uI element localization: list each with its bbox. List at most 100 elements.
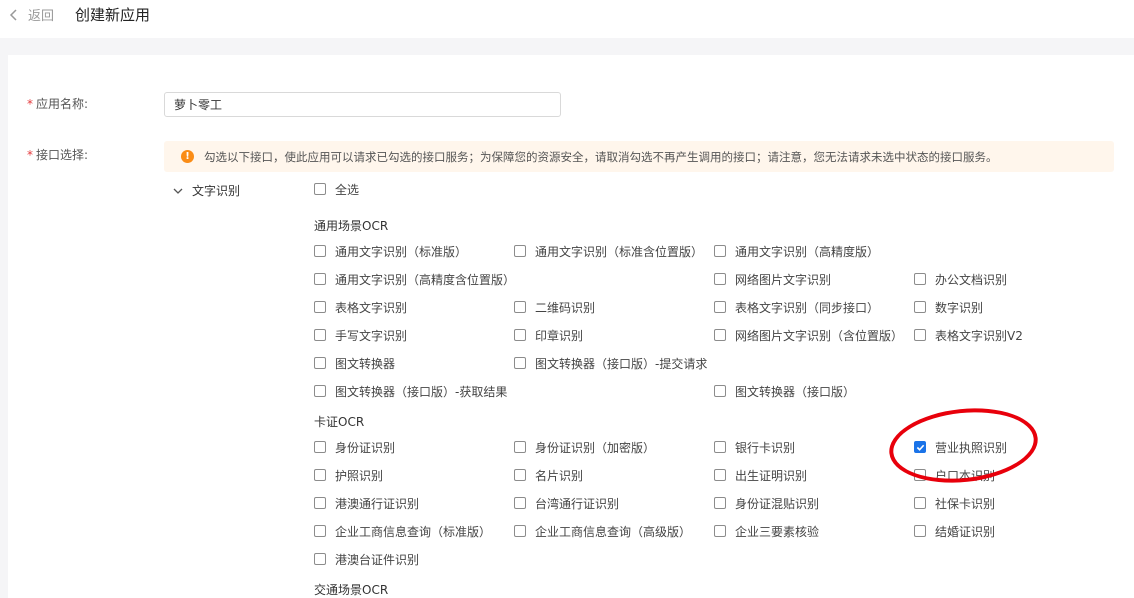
option-checkbox-item[interactable]: 图文转换器（接口版）-获取结果 xyxy=(314,383,507,399)
option-checkbox-item[interactable]: 台湾通行证识别 xyxy=(514,495,619,511)
option-checkbox-item[interactable]: 出生证明识别 xyxy=(714,467,807,483)
checkmark-icon xyxy=(916,444,924,451)
option-checkbox-item[interactable]: 办公文档识别 xyxy=(914,271,1007,287)
option-checkbox-item[interactable]: 通用文字识别（高精度含位置版） xyxy=(314,271,515,287)
option-label: 通用文字识别（高精度版） xyxy=(735,244,880,259)
option-label: 手写文字识别 xyxy=(335,328,408,343)
checkbox[interactable] xyxy=(314,357,326,369)
category-toggle-text-recognition[interactable]: 文字识别 xyxy=(173,182,240,199)
option-label: 图文转换器（接口版）-获取结果 xyxy=(335,384,508,399)
option-checkbox-item[interactable]: 港澳台证件识别 xyxy=(314,551,419,567)
option-checkbox-item[interactable]: 通用文字识别（标准版） xyxy=(314,243,467,259)
option-checkbox-item[interactable]: 营业执照识别 xyxy=(914,439,1007,455)
page-title: 创建新应用 xyxy=(75,6,151,24)
checkbox[interactable] xyxy=(914,497,926,509)
chevron-left-icon xyxy=(9,8,17,21)
checkbox[interactable] xyxy=(914,469,926,481)
required-mark: * xyxy=(27,148,33,162)
option-checkbox-item[interactable]: 户口本识别 xyxy=(914,467,995,483)
select-all-checkbox[interactable]: 全选 xyxy=(314,181,359,197)
option-checkbox-item[interactable]: 企业工商信息查询（标准版） xyxy=(314,523,491,539)
option-checkbox-item[interactable]: 通用文字识别（标准含位置版） xyxy=(514,243,703,259)
option-checkbox-item[interactable]: 数字识别 xyxy=(914,299,983,315)
checkbox[interactable] xyxy=(514,245,526,257)
option-checkbox-item[interactable]: 银行卡识别 xyxy=(714,439,795,455)
option-label: 港澳通行证识别 xyxy=(335,496,420,511)
checkbox[interactable] xyxy=(314,245,326,257)
checkbox[interactable] xyxy=(514,357,526,369)
option-checkbox-item[interactable]: 网络图片文字识别（含位置版） xyxy=(714,327,903,343)
option-label: 办公文档识别 xyxy=(935,272,1008,287)
checkbox[interactable] xyxy=(714,245,726,257)
warning-icon: ! xyxy=(181,150,194,163)
checkbox[interactable] xyxy=(314,301,326,313)
option-label: 护照识别 xyxy=(335,468,384,483)
app-name-input[interactable] xyxy=(164,92,561,117)
option-checkbox-item[interactable]: 身份证识别（加密版） xyxy=(514,439,655,455)
checkbox[interactable] xyxy=(514,329,526,341)
option-checkbox-item[interactable]: 网络图片文字识别 xyxy=(714,271,831,287)
checkbox[interactable] xyxy=(514,525,526,537)
option-checkbox-item[interactable]: 二维码识别 xyxy=(514,299,595,315)
option-checkbox-item[interactable]: 结婚证识别 xyxy=(914,523,995,539)
option-checkbox-item[interactable]: 图文转换器（接口版） xyxy=(714,383,855,399)
option-checkbox-item[interactable]: 企业工商信息查询（高级版） xyxy=(514,523,691,539)
option-checkbox-item[interactable]: 港澳通行证识别 xyxy=(314,495,419,511)
option-label: 社保卡识别 xyxy=(935,496,996,511)
checkbox[interactable] xyxy=(914,301,926,313)
top-bar: 返回 创建新应用 xyxy=(0,0,1134,38)
option-checkbox-item[interactable]: 身份证混贴识别 xyxy=(714,495,819,511)
checkbox[interactable] xyxy=(914,329,926,341)
option-checkbox-item[interactable]: 社保卡识别 xyxy=(914,495,995,511)
checkbox[interactable] xyxy=(314,497,326,509)
checkbox[interactable] xyxy=(314,441,326,453)
option-checkbox-item[interactable]: 表格文字识别V2 xyxy=(914,327,1023,343)
checkbox[interactable] xyxy=(714,329,726,341)
option-label: 数字识别 xyxy=(935,300,984,315)
option-checkbox-item[interactable]: 身份证识别 xyxy=(314,439,395,455)
option-label: 网络图片文字识别 xyxy=(735,272,832,287)
checkbox[interactable] xyxy=(314,553,326,565)
checkbox[interactable] xyxy=(914,441,926,453)
checkbox[interactable] xyxy=(514,497,526,509)
option-label: 图文转换器（接口版）-提交请求 xyxy=(535,356,708,371)
checkbox[interactable] xyxy=(514,469,526,481)
checkbox[interactable] xyxy=(314,525,326,537)
checkbox[interactable] xyxy=(714,385,726,397)
option-label: 印章识别 xyxy=(535,328,584,343)
checkbox[interactable] xyxy=(714,525,726,537)
checkbox[interactable] xyxy=(714,301,726,313)
checkbox[interactable] xyxy=(714,469,726,481)
option-checkbox-item[interactable]: 图文转换器 xyxy=(314,355,395,371)
back-button[interactable]: 返回 xyxy=(8,5,54,24)
back-label: 返回 xyxy=(28,9,55,24)
option-label: 营业执照识别 xyxy=(935,440,1008,455)
option-checkbox-item[interactable]: 图文转换器（接口版）-提交请求 xyxy=(514,355,707,371)
option-label: 表格文字识别V2 xyxy=(935,328,1023,343)
option-label: 身份证混贴识别 xyxy=(735,496,820,511)
checkbox[interactable] xyxy=(714,273,726,285)
checkbox[interactable] xyxy=(314,183,326,195)
option-checkbox-item[interactable]: 印章识别 xyxy=(514,327,583,343)
checkbox[interactable] xyxy=(514,301,526,313)
option-checkbox-item[interactable]: 护照识别 xyxy=(314,467,383,483)
notice-text: 勾选以下接口，使此应用可以请求已勾选的接口服务；为保障您的资源安全，请取消勾选不… xyxy=(204,149,998,164)
option-checkbox-item[interactable]: 通用文字识别（高精度版） xyxy=(714,243,879,259)
checkbox[interactable] xyxy=(714,497,726,509)
checkbox[interactable] xyxy=(914,273,926,285)
option-label: 图文转换器（接口版） xyxy=(735,384,856,399)
checkbox[interactable] xyxy=(314,469,326,481)
checkbox[interactable] xyxy=(714,441,726,453)
checkbox[interactable] xyxy=(914,525,926,537)
checkbox[interactable] xyxy=(314,385,326,397)
checkbox[interactable] xyxy=(514,441,526,453)
option-label: 通用文字识别（高精度含位置版） xyxy=(335,272,516,287)
option-checkbox-item[interactable]: 表格文字识别 xyxy=(314,299,407,315)
app-name-label: * 应用名称: xyxy=(27,97,89,111)
option-checkbox-item[interactable]: 表格文字识别（同步接口） xyxy=(714,299,879,315)
checkbox[interactable] xyxy=(314,273,326,285)
option-checkbox-item[interactable]: 企业三要素核验 xyxy=(714,523,819,539)
checkbox[interactable] xyxy=(314,329,326,341)
option-checkbox-item[interactable]: 名片识别 xyxy=(514,467,583,483)
option-checkbox-item[interactable]: 手写文字识别 xyxy=(314,327,407,343)
